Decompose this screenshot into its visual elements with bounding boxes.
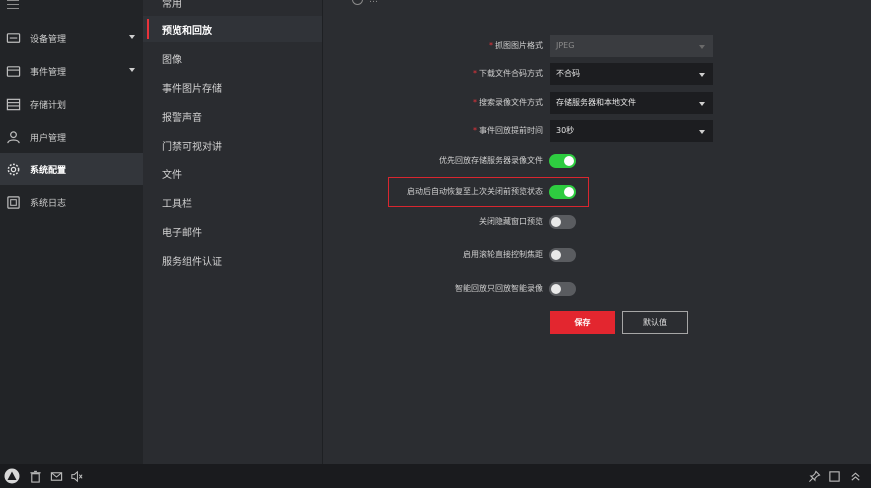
submenu-label: 预览和回放 (162, 25, 212, 37)
select-value: 30秒 (556, 126, 575, 135)
nav-label: 系统配置 (30, 165, 67, 176)
mail-icon[interactable] (49, 469, 63, 483)
download-merge-select[interactable]: 不合码 (550, 63, 713, 85)
submenu-item-access-intercom[interactable]: 门禁可视对讲 (143, 132, 322, 158)
clipped-option-row: … (352, 0, 378, 5)
user-icon (5, 129, 21, 145)
submenu-label: 工具栏 (162, 198, 192, 210)
submenu-label: 常用 (162, 0, 182, 10)
submenu-label: 电子邮件 (162, 227, 202, 239)
nav-item-device-management[interactable]: 设备管理 (0, 22, 143, 54)
speaker-icon[interactable] (69, 469, 83, 483)
device-icon (5, 30, 21, 46)
select-value: 不合码 (556, 69, 580, 78)
submenu-item-event-image-storage[interactable]: 事件图片存储 (143, 74, 322, 100)
field-label: * 搜索录像文件方式 (473, 98, 543, 107)
submenu-item-email[interactable]: 电子邮件 (143, 218, 322, 244)
nav-label: 设备管理 (30, 34, 67, 45)
gear-icon (5, 161, 21, 177)
submenu-item-toolbar[interactable]: 工具栏 (143, 189, 322, 215)
submenu-label: 门禁可视对讲 (162, 141, 222, 153)
event-icon (5, 63, 21, 79)
nav-label: 存储计划 (30, 100, 67, 111)
toggle-knob (564, 156, 574, 166)
field-label: * 下载文件合码方式 (473, 69, 543, 78)
form-row-smart-playback: 智能回放只回放智能录像 (323, 278, 871, 300)
toggle-knob (551, 217, 561, 227)
toggle-label: 智能回放只回放智能录像 (455, 284, 543, 293)
left-sidebar: 设备管理 事件管理 存储计划 用户管理 系统配置 系统日志 (0, 0, 143, 464)
form-row-wheel-focus: 启用滚轮直接控制焦距 (323, 244, 871, 266)
snapshot-format-select[interactable]: JPEG (550, 35, 713, 57)
bottom-bar (0, 464, 871, 488)
toggle-label: 启用滚轮直接控制焦距 (463, 250, 543, 259)
nav-item-system-log[interactable]: 系统日志 (0, 186, 143, 218)
form-row-hidden-window-preview: 关闭隐藏窗口预览 (323, 211, 871, 233)
submenu-label: 文件 (162, 169, 182, 181)
log-icon (5, 194, 21, 210)
smart-playback-toggle[interactable] (549, 282, 576, 296)
submenu-item-file[interactable]: 文件 (143, 160, 322, 186)
submenu-label: 服务组件认证 (162, 256, 222, 268)
window-icon[interactable] (827, 469, 841, 483)
submenu-item-service-auth[interactable]: 服务组件认证 (143, 247, 322, 273)
form-row-download-merge: * 下载文件合码方式 不合码 (323, 63, 871, 85)
wheel-focus-toggle[interactable] (549, 248, 576, 262)
form-row-prefer-server-playback: 优先回放存储服务器录像文件 (323, 150, 871, 172)
nav-item-event-management[interactable]: 事件管理 (0, 55, 143, 87)
toggle-label: 启动后自动恢复至上次关闭前预览状态 (407, 187, 543, 196)
nav-label: 用户管理 (30, 133, 67, 144)
restore-preview-toggle[interactable] (549, 185, 576, 199)
toggle-knob (564, 187, 574, 197)
event-preplay-select[interactable]: 30秒 (550, 120, 713, 142)
clipped-option-label: … (369, 0, 378, 5)
chevron-down-icon (129, 35, 135, 39)
submenu-label: 报警声音 (162, 112, 202, 124)
prefer-server-playback-toggle[interactable] (549, 154, 576, 168)
sub-menu: 常用 预览和回放 图像 事件图片存储 报警声音 门禁可视对讲 文件 工具栏 电子… (143, 0, 323, 464)
field-label: * 抓图图片格式 (489, 41, 543, 50)
toggle-knob (551, 284, 561, 294)
chevron-down-icon (129, 68, 135, 72)
toggle-label: 优先回放存储服务器录像文件 (439, 156, 543, 165)
nav-item-user-management[interactable]: 用户管理 (0, 121, 143, 153)
search-mode-select[interactable]: 存储服务器和本地文件 (550, 92, 713, 114)
radio-button[interactable] (352, 0, 363, 5)
form-row-event-preplay: * 事件回放提前时间 30秒 (323, 120, 871, 142)
alert-icon[interactable] (4, 468, 20, 484)
toggle-label: 关闭隐藏窗口预览 (479, 217, 543, 226)
submenu-item-general[interactable]: 常用 (143, 0, 322, 15)
form-row-snapshot-format: * 抓图图片格式 JPEG (323, 35, 871, 57)
submenu-item-image[interactable]: 图像 (143, 45, 322, 71)
select-value: JPEG (556, 41, 575, 50)
submenu-item-alarm-sound[interactable]: 报警声音 (143, 103, 322, 129)
trash-icon[interactable] (28, 469, 42, 483)
nav-item-system-config[interactable]: 系统配置 (0, 153, 143, 185)
submenu-item-preview-playback[interactable]: 预览和回放 (143, 16, 322, 42)
nav-label: 系统日志 (30, 198, 67, 209)
hidden-window-preview-toggle[interactable] (549, 215, 576, 229)
storage-icon (5, 96, 21, 112)
nav-item-storage-schedule[interactable]: 存储计划 (0, 88, 143, 120)
default-button[interactable]: 默认值 (622, 311, 688, 334)
chevron-down-icon (699, 102, 705, 106)
settings-panel: … *抓图图片格式 JPEG *下载文件合码方式 不合码 *搜索录像文件方式 存… (323, 0, 871, 464)
select-value: 存储服务器和本地文件 (556, 98, 636, 107)
toggle-knob (551, 250, 561, 260)
form-row-search-mode: * 搜索录像文件方式 存储服务器和本地文件 (323, 92, 871, 114)
menu-icon[interactable] (7, 0, 19, 10)
submenu-label: 图像 (162, 54, 182, 66)
chevron-down-icon (699, 130, 705, 134)
save-button[interactable]: 保存 (550, 311, 615, 334)
chevron-down-icon (699, 45, 705, 49)
form-row-restore-preview: 启动后自动恢复至上次关闭前预览状态 (323, 181, 871, 203)
expand-up-icon[interactable] (848, 469, 862, 483)
field-label: * 事件回放提前时间 (473, 126, 543, 135)
pin-icon[interactable] (807, 469, 821, 483)
nav-label: 事件管理 (30, 67, 67, 78)
chevron-down-icon (699, 73, 705, 77)
submenu-label: 事件图片存储 (162, 83, 222, 95)
